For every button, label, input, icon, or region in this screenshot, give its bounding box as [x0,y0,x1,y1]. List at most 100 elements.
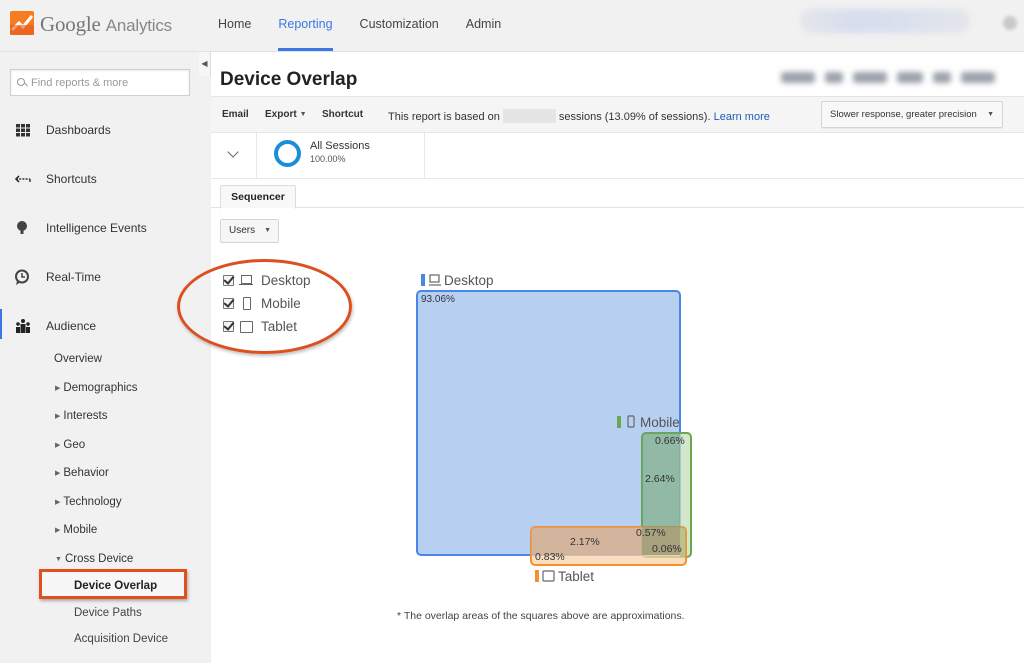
overlap-desktop-tablet [531,527,680,555]
report-toolbar: Email Export ▼ Shortcut This report is ba… [211,96,1024,133]
sidebar-collapse-button[interactable]: ◀ [199,52,211,76]
chart-footnote: * The overlap areas of the squares above… [397,610,685,622]
sidebar-sub-technology[interactable]: ▶ Technology [55,496,122,508]
chevron-down-icon: ▼ [299,111,307,118]
overlap-desktop-mobile [642,433,680,555]
checkbox-checked[interactable] [223,320,234,332]
sidebar-item-label: Shortcuts [46,172,97,186]
sampling-info-prefix: This report is based on [388,111,500,123]
redacted-session-count [502,109,556,123]
tablet-icon [239,320,253,333]
sidebar-sub-geo[interactable]: ▶ Geo [55,439,85,451]
legend-label-desktop: Desktop [444,273,494,288]
sidebar-sub-demographics[interactable]: ▶ Demographics [55,382,138,394]
tab-bar-divider [211,207,1024,208]
sidebar-item-dashboards[interactable]: Dashboards [0,115,200,145]
sub-label: Behavior [63,467,109,479]
nav-home[interactable]: Home [218,0,251,52]
nav-admin[interactable]: Admin [466,0,501,52]
sidebar-item-intelligence-events[interactable]: Intelligence Events [0,213,200,243]
sidebar-item-shortcuts[interactable]: Shortcuts [0,164,200,194]
sidebar-leaf-acquisition-device[interactable]: Acquisition Device [74,633,168,645]
main-nav: Home Reporting Customization Admin [218,0,528,52]
expand-triangle-icon: ▶ [55,527,61,534]
shortcut-button[interactable]: Shortcut [322,109,363,120]
metric-dropdown[interactable]: Users ▼ [220,219,279,243]
segment-row: All Sessions 100.00% [211,133,1024,179]
label-desktop-tablet: 2.17% [570,536,600,548]
sidebar-leaf-device-overlap[interactable]: Device Overlap [74,580,157,592]
filter-mobile[interactable]: Mobile [223,294,301,312]
lightbulb-icon [17,221,27,234]
label-all-three: 0.57% [636,527,666,539]
nav-customization[interactable]: Customization [360,0,439,52]
export-label: Export [265,109,297,120]
checkbox-checked[interactable] [223,297,234,309]
legend-swatch-mobile [617,416,621,428]
segment-percent: 100.00% [310,154,346,164]
sidebar-item-real-time[interactable]: Real-Time [0,262,200,292]
shortcut-arrow-icon [14,175,31,183]
sidebar-sub-cross-device[interactable]: ▼ Cross Device [55,553,133,565]
label-desktop-only: 93.06% [421,294,455,305]
filter-label: Tablet [261,318,298,334]
search-input[interactable] [31,76,181,89]
precision-dropdown[interactable]: Slower response, greater precision ▼ [821,101,1003,128]
label-tablet-only: 0.83% [535,551,565,563]
mobile-icon [627,415,635,428]
account-selector-redacted[interactable] [800,9,970,33]
filter-desktop[interactable]: Desktop [223,271,311,289]
legend-swatch-desktop [421,274,425,286]
mobile-icon [239,297,253,310]
precision-label: Slower response, greater precision [830,109,977,120]
export-button[interactable]: Export ▼ [265,109,307,120]
segment-all-sessions[interactable]: All Sessions 100.00% [257,133,425,179]
sidebar-item-audience[interactable]: Audience [0,311,200,341]
grid-icon [16,124,30,137]
brand-product: Analytics [105,16,172,35]
label-mobile-only: 0.66% [655,435,685,447]
email-button[interactable]: Email [222,109,249,120]
sampling-info-suffix: sessions (13.09% of sessions). [558,111,711,123]
overlap-mobile-tablet [680,527,686,557]
sidebar-leaf-device-paths[interactable]: Device Paths [74,607,142,619]
sidebar-item-label: Audience [46,319,97,333]
square-mobile [641,432,692,558]
metric-dropdown-label: Users [229,225,256,236]
report-main: Device Overlap Email Export ▼ Shortcut Th… [177,52,1024,663]
chevron-down-icon: ▼ [264,227,271,234]
brand-google: Google [40,12,101,36]
collapse-triangle-icon: ▼ [55,556,62,563]
filter-label: Mobile [261,295,301,311]
sampling-info: This report is based on sessions (13.09% … [388,109,770,123]
people-icon [16,319,30,333]
filter-tablet[interactable]: Tablet [223,317,297,335]
report-search[interactable] [10,69,190,96]
sub-label: Technology [63,496,122,508]
date-range-redacted[interactable] [781,68,1001,86]
account-avatar-icon[interactable] [1003,16,1017,30]
label-mobile-tablet: 0.06% [652,543,682,555]
sidebar-sub-overview[interactable]: Overview [54,353,102,365]
desktop-icon [429,274,440,283]
chevron-down-icon: ▼ [987,111,994,118]
sidebar-sub-interests[interactable]: ▶ Interests [55,410,108,422]
tab-sequencer[interactable]: Sequencer [220,185,296,209]
sub-label: Cross Device [64,553,134,565]
sidebar-sub-behavior[interactable]: ▶ Behavior [55,467,109,479]
square-tablet [530,526,687,566]
sub-label: Demographics [63,382,138,394]
page-title: Device Overlap [220,69,358,90]
expand-triangle-icon: ▶ [55,499,61,506]
nav-reporting[interactable]: Reporting [278,0,333,52]
learn-more-link[interactable]: Learn more [714,111,770,123]
sub-label: Mobile [63,524,98,536]
legend-label-tablet: Tablet [558,569,594,584]
sidebar-item-label: Real-Time [46,270,101,284]
sidebar-sub-mobile[interactable]: ▶ Mobile [55,524,97,536]
segment-name: All Sessions [310,140,370,152]
square-desktop [416,290,681,556]
segment-expand-chevron-icon[interactable] [211,133,257,179]
legend-label-mobile: Mobile [640,415,680,430]
checkbox-checked[interactable] [223,274,234,286]
